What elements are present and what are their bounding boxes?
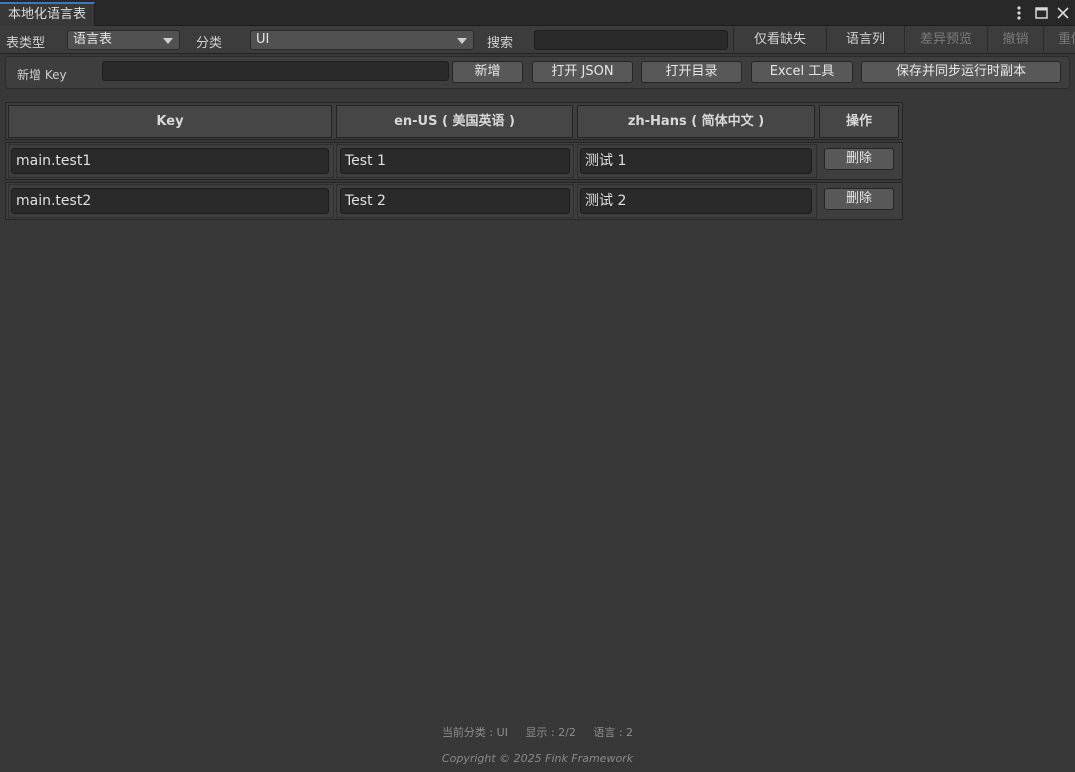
save-and-sync-button[interactable]: 保存并同步运行时副本 <box>861 61 1061 83</box>
window-tab-strip: 本地化语言表 <box>0 0 1075 26</box>
zh-hans-field[interactable]: 测试 1 <box>580 148 812 174</box>
redo-button[interactable]: 重做 <box>1043 26 1075 54</box>
column-header-key[interactable]: Key <box>8 105 332 138</box>
new-key-label: 新增 Key <box>17 68 67 82</box>
chevron-down-icon <box>457 38 467 44</box>
display-count-status: 显示 : 2/2 <box>525 726 576 739</box>
column-header-zh-hans[interactable]: zh-Hans ( 简体中文 ) <box>577 105 815 138</box>
key-field[interactable]: main.test2 <box>11 188 329 214</box>
add-key-panel: 新增 Key 新增 打开 JSON 打开目录 Excel 工具 保存并同步运行时… <box>5 56 1070 89</box>
undo-button[interactable]: 撤销 <box>987 26 1043 54</box>
table-type-label: 表类型 <box>6 36 46 51</box>
zh-hans-field[interactable]: 测试 2 <box>580 188 812 214</box>
chevron-down-icon <box>163 38 173 44</box>
table-type-value: 语言表 <box>73 32 113 47</box>
toolbar: 表类型 语言表 分类 UI 搜索 仅看缺失 语言列 差异预览 撤销 重做 <box>0 26 1075 54</box>
column-header-en-us[interactable]: en-US ( 美国英语 ) <box>336 105 573 138</box>
search-input[interactable] <box>534 30 728 50</box>
search-label: 搜索 <box>487 36 514 51</box>
table-header-row: Key en-US ( 美国英语 ) zh-Hans ( 简体中文 ) 操作 <box>5 102 903 140</box>
language-columns-button[interactable]: 语言列 <box>826 26 904 54</box>
table-row: main.test1 Test 1 测试 1 删除 <box>5 142 903 180</box>
en-us-field[interactable]: Test 1 <box>340 148 570 174</box>
missing-only-button[interactable]: 仅看缺失 <box>733 26 826 54</box>
kebab-menu-icon[interactable] <box>1011 4 1027 22</box>
category-value: UI <box>256 32 270 47</box>
table-row: main.test2 Test 2 测试 2 删除 <box>5 182 903 220</box>
en-us-field[interactable]: Test 2 <box>340 188 570 214</box>
tab-title: 本地化语言表 <box>8 7 87 22</box>
maximize-icon[interactable] <box>1033 4 1049 22</box>
add-button[interactable]: 新增 <box>452 61 523 83</box>
tab-localization-table[interactable]: 本地化语言表 <box>0 2 96 26</box>
open-json-button[interactable]: 打开 JSON <box>532 61 633 83</box>
diff-preview-button[interactable]: 差异预览 <box>904 26 987 54</box>
close-icon[interactable] <box>1055 4 1071 22</box>
column-header-actions: 操作 <box>819 105 899 138</box>
category-label: 分类 <box>196 36 223 51</box>
new-key-input[interactable] <box>102 61 449 81</box>
open-directory-button[interactable]: 打开目录 <box>641 61 742 83</box>
window-controls <box>1011 4 1071 22</box>
copyright-text: Copyright © 2025 Fink Framework <box>441 752 634 765</box>
delete-row-button[interactable]: 删除 <box>824 188 894 210</box>
current-category-status: 当前分类 : UI <box>441 726 508 739</box>
category-dropdown[interactable]: UI <box>250 30 474 50</box>
excel-tools-button[interactable]: Excel 工具 <box>751 61 853 83</box>
language-count-status: 语言 : 2 <box>593 726 634 739</box>
status-bar: 当前分类 : UI 显示 : 2/2 语言 : 2 <box>0 724 1075 740</box>
delete-row-button[interactable]: 删除 <box>824 148 894 170</box>
table-type-dropdown[interactable]: 语言表 <box>67 30 180 50</box>
key-field[interactable]: main.test1 <box>11 148 329 174</box>
